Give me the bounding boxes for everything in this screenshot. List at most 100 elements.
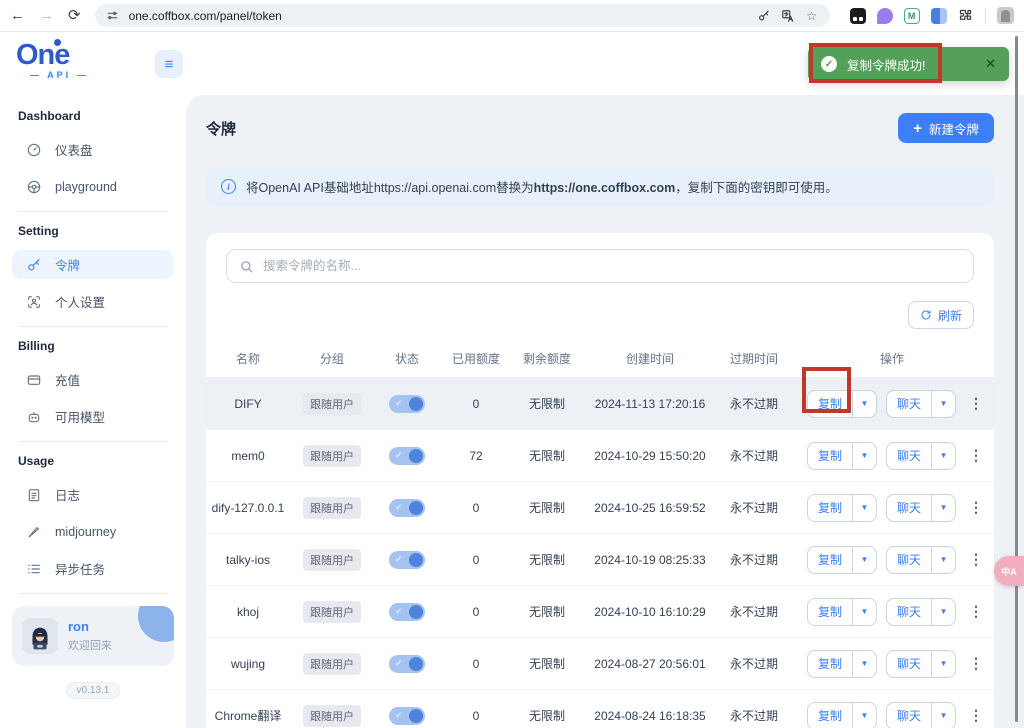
- copy-button[interactable]: 复制: [808, 391, 853, 417]
- sidebar-toggle-button[interactable]: ≡: [155, 50, 183, 78]
- chat-caret-icon[interactable]: ▼: [932, 547, 955, 573]
- copy-split-button[interactable]: 复制 ▼: [807, 702, 877, 728]
- table-row[interactable]: Chrome翻译 跟随用户 ✓ 0 无限制 2024-08-24 16:18:3…: [206, 689, 994, 728]
- logo-text: One: [16, 40, 69, 70]
- chat-split-button[interactable]: 聊天 ▼: [886, 390, 956, 418]
- table-row[interactable]: dify-127.0.0.1 跟随用户 ✓ 0 无限制 2024-10-25 1…: [206, 481, 994, 533]
- chat-caret-icon[interactable]: ▼: [932, 651, 955, 677]
- copy-button[interactable]: 复制: [808, 495, 853, 521]
- sidebar-item-models[interactable]: 可用模型: [12, 402, 174, 431]
- chat-button[interactable]: 聊天: [887, 599, 932, 625]
- bookmark-star-icon[interactable]: ☆: [804, 8, 820, 24]
- password-key-icon[interactable]: [756, 8, 772, 24]
- chat-split-button[interactable]: 聊天 ▼: [886, 494, 956, 522]
- extension-blue-icon[interactable]: [931, 8, 947, 24]
- status-toggle[interactable]: ✓: [389, 395, 425, 413]
- chat-button[interactable]: 聊天: [887, 703, 932, 728]
- table-row[interactable]: talky-ios 跟随用户 ✓ 0 无限制 2024-10-19 08:25:…: [206, 533, 994, 585]
- table-row[interactable]: mem0 跟随用户 ✓ 72 无限制 2024-10-29 15:50:20 永…: [206, 429, 994, 481]
- chat-caret-icon[interactable]: ▼: [932, 703, 955, 728]
- chat-button[interactable]: 聊天: [887, 651, 932, 677]
- refresh-button[interactable]: 刷新: [908, 301, 974, 329]
- url-text[interactable]: one.coffbox.com/panel/token: [129, 9, 748, 23]
- search-box[interactable]: [226, 249, 974, 283]
- copy-button[interactable]: 复制: [808, 547, 853, 573]
- table-row[interactable]: khoj 跟随用户 ✓ 0 无限制 2024-10-10 16:10:29 永不…: [206, 585, 994, 637]
- status-toggle[interactable]: ✓: [389, 499, 425, 517]
- chat-button[interactable]: 聊天: [887, 547, 932, 573]
- copy-button[interactable]: 复制: [808, 443, 853, 469]
- sidebar-item-logs[interactable]: 日志: [12, 480, 174, 509]
- chat-caret-icon[interactable]: ▼: [932, 391, 955, 417]
- chat-caret-icon[interactable]: ▼: [932, 599, 955, 625]
- copy-caret-icon[interactable]: ▼: [853, 495, 876, 521]
- chat-button[interactable]: 聊天: [887, 443, 932, 469]
- chat-split-button[interactable]: 聊天 ▼: [886, 702, 956, 728]
- status-toggle[interactable]: ✓: [389, 447, 425, 465]
- copy-caret-icon[interactable]: ▼: [853, 443, 876, 469]
- status-toggle[interactable]: ✓: [389, 707, 425, 725]
- row-menu-icon[interactable]: ⋮: [969, 447, 983, 464]
- table-row[interactable]: DIFY 跟随用户 ✓ 0 无限制 2024-11-13 17:20:16 永不…: [206, 377, 994, 429]
- copy-split-button[interactable]: 复制 ▼: [807, 494, 877, 522]
- copy-split-button[interactable]: 复制 ▼: [807, 546, 877, 574]
- copy-split-button[interactable]: 复制 ▼: [807, 390, 877, 418]
- extension-dark-icon[interactable]: [850, 8, 866, 24]
- copy-split-button[interactable]: 复制 ▼: [807, 598, 877, 626]
- row-menu-icon[interactable]: ⋮: [969, 551, 983, 568]
- table-row[interactable]: wujing 跟随用户 ✓ 0 无限制 2024-08-27 20:56:01 …: [206, 637, 994, 689]
- copy-caret-icon[interactable]: ▼: [853, 651, 876, 677]
- chat-split-button[interactable]: 聊天 ▼: [886, 598, 956, 626]
- search-input[interactable]: [263, 259, 961, 273]
- chat-button[interactable]: 聊天: [887, 391, 932, 417]
- sidebar-item-async-tasks[interactable]: 异步任务: [12, 554, 174, 583]
- chat-caret-icon[interactable]: ▼: [932, 443, 955, 469]
- chat-split-button[interactable]: 聊天 ▼: [886, 546, 956, 574]
- status-toggle[interactable]: ✓: [389, 603, 425, 621]
- sidebar-item-playground[interactable]: playground: [12, 172, 174, 201]
- copy-caret-icon[interactable]: ▼: [853, 391, 876, 417]
- page-scrollbar[interactable]: [1015, 36, 1018, 722]
- extension-m-icon[interactable]: M: [904, 8, 920, 24]
- site-settings-icon[interactable]: [105, 8, 121, 24]
- chat-split-button[interactable]: 聊天 ▼: [886, 650, 956, 678]
- token-name-cell: Chrome翻译: [206, 707, 290, 724]
- row-menu-icon[interactable]: ⋮: [969, 655, 983, 672]
- status-toggle[interactable]: ✓: [389, 655, 425, 673]
- info-icon: i: [221, 179, 236, 194]
- back-icon[interactable]: ←: [10, 8, 25, 23]
- new-token-button[interactable]: + 新建令牌: [898, 113, 994, 143]
- forward-icon[interactable]: →: [39, 8, 54, 23]
- chat-button[interactable]: 聊天: [887, 495, 932, 521]
- row-menu-icon[interactable]: ⋮: [969, 499, 983, 516]
- sidebar-item-recharge[interactable]: 充值: [12, 365, 174, 394]
- translate-page-icon[interactable]: [780, 8, 796, 24]
- profile-avatar[interactable]: [997, 7, 1014, 24]
- row-menu-icon[interactable]: ⋮: [969, 395, 983, 412]
- user-card[interactable]: ron 欢迎回来: [12, 606, 174, 666]
- copy-split-button[interactable]: 复制 ▼: [807, 650, 877, 678]
- copy-button[interactable]: 复制: [808, 599, 853, 625]
- translate-fab-icon[interactable]: 中A: [994, 556, 1024, 586]
- sidebar-item-token[interactable]: 令牌: [12, 250, 174, 279]
- status-toggle[interactable]: ✓: [389, 551, 425, 569]
- copy-caret-icon[interactable]: ▼: [853, 547, 876, 573]
- sidebar-item-midjourney[interactable]: midjourney: [12, 517, 174, 546]
- row-menu-icon[interactable]: ⋮: [969, 707, 983, 724]
- reload-icon[interactable]: ⟳: [68, 8, 81, 23]
- copy-split-button[interactable]: 复制 ▼: [807, 442, 877, 470]
- extension-purple-icon[interactable]: [877, 8, 893, 24]
- extensions-puzzle-icon[interactable]: [958, 8, 974, 24]
- chat-split-button[interactable]: 聊天 ▼: [886, 442, 956, 470]
- address-bar[interactable]: one.coffbox.com/panel/token ☆: [95, 4, 830, 27]
- brand-logo[interactable]: One — API —: [16, 40, 136, 80]
- copy-button[interactable]: 复制: [808, 703, 853, 728]
- chat-caret-icon[interactable]: ▼: [932, 495, 955, 521]
- copy-caret-icon[interactable]: ▼: [853, 703, 876, 728]
- toast-close-icon[interactable]: ✕: [985, 56, 996, 72]
- copy-caret-icon[interactable]: ▼: [853, 599, 876, 625]
- sidebar-item-dashboard[interactable]: 仪表盘: [12, 135, 174, 164]
- row-menu-icon[interactable]: ⋮: [969, 603, 983, 620]
- sidebar-item-profile-settings[interactable]: 个人设置: [12, 287, 174, 316]
- copy-button[interactable]: 复制: [808, 651, 853, 677]
